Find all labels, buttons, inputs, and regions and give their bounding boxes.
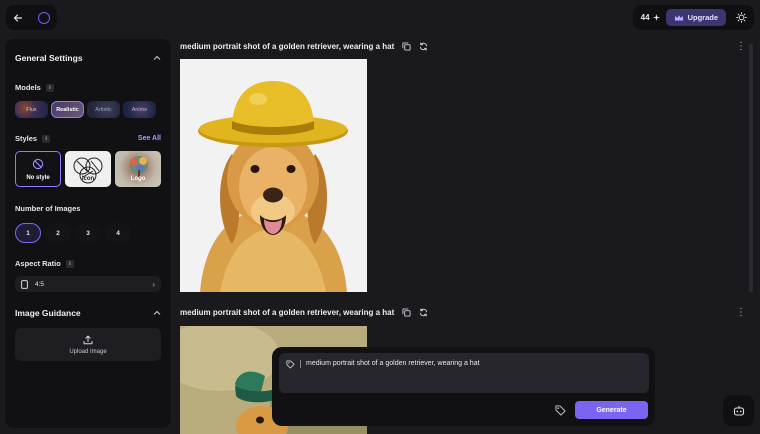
refresh-icon[interactable]: [419, 42, 428, 51]
num-images-selector: 1 2 3 4: [15, 223, 161, 243]
info-icon[interactable]: i: [45, 83, 54, 92]
aspect-ratio-icon: [21, 279, 28, 289]
style-label: Logo: [130, 176, 146, 182]
model-label: Artistic: [95, 106, 112, 113]
prompt-composer: medium portrait shot of a golden retriev…: [272, 347, 655, 426]
style-option-no-style[interactable]: No style: [15, 151, 62, 187]
count-label: 2: [56, 229, 60, 237]
app-logo-icon[interactable]: [38, 11, 50, 24]
chevron-right-icon: ›: [152, 279, 155, 289]
count-label: 1: [26, 229, 30, 237]
aspect-ratio-label: Aspect Ratio: [15, 259, 61, 268]
generate-button[interactable]: Generate: [575, 401, 648, 419]
style-option-logo[interactable]: Logo: [115, 151, 161, 187]
refresh-icon[interactable]: [419, 308, 428, 317]
info-icon[interactable]: i: [42, 134, 51, 143]
style-label: No style: [26, 174, 50, 181]
sparkle-icon: [652, 14, 660, 21]
num-images-option-3[interactable]: 3: [75, 223, 101, 243]
count-label: 4: [116, 229, 120, 237]
copy-icon[interactable]: [402, 308, 411, 317]
models-label: Models: [15, 83, 41, 92]
generate-label: Generate: [596, 406, 627, 414]
count-label: 3: [86, 229, 90, 237]
theme-toggle-button[interactable]: [732, 9, 750, 27]
settings-sidebar: General Settings Models i Flux Realistic…: [5, 39, 171, 428]
num-images-option-4[interactable]: 4: [105, 223, 131, 243]
model-option-realistic[interactable]: Realistic: [51, 101, 84, 118]
assistant-button[interactable]: [723, 395, 754, 426]
arrow-left-icon: [13, 13, 23, 22]
upgrade-button[interactable]: Upgrade: [665, 9, 726, 26]
upgrade-label: Upgrade: [687, 13, 718, 22]
chevron-up-icon[interactable]: [153, 55, 161, 61]
general-settings-title: General Settings: [15, 53, 83, 63]
prompt-tags-button[interactable]: [553, 403, 567, 417]
more-options-icon[interactable]: ⋮: [736, 42, 746, 52]
back-button[interactable]: [6, 5, 30, 30]
dog-with-hat-image: [180, 59, 367, 292]
more-options-icon[interactable]: ⋮: [736, 308, 746, 318]
result-prompt: medium portrait shot of a golden retriev…: [180, 308, 395, 317]
num-images-label: Number of Images: [15, 204, 81, 213]
models-label-row: Models i: [15, 83, 161, 92]
aspect-ratio-value: 4:5: [35, 280, 45, 288]
upload-icon: [83, 335, 93, 344]
copy-icon[interactable]: [402, 42, 411, 51]
credits-counter[interactable]: 44: [639, 13, 660, 22]
general-settings-header[interactable]: General Settings: [15, 53, 161, 63]
info-icon[interactable]: i: [65, 259, 74, 268]
text-cursor: [300, 360, 301, 368]
image-guidance-title: Image Guidance: [15, 308, 81, 318]
image-guidance-header[interactable]: Image Guidance: [15, 308, 161, 318]
robot-icon: [733, 406, 744, 416]
tag-plus-icon: [554, 404, 566, 416]
upload-label: Upload Image: [69, 348, 107, 355]
results-scrollbar[interactable]: [749, 44, 753, 292]
model-label: Flux: [26, 106, 37, 113]
nav-group: [6, 5, 57, 30]
credits-value: 44: [640, 13, 650, 22]
aspect-ratio-label-row: Aspect Ratio i: [15, 259, 161, 268]
upload-image-dropzone[interactable]: Upload Image: [15, 328, 161, 361]
result-header: medium portrait shot of a golden retriev…: [180, 42, 428, 51]
model-option-flux[interactable]: Flux: [15, 101, 48, 118]
model-selector: Flux Realistic Artistic Anime: [15, 101, 161, 118]
generated-image[interactable]: [180, 59, 367, 292]
prompt-input[interactable]: medium portrait shot of a golden retriev…: [279, 353, 649, 393]
style-selector: No style Icon Logo: [15, 151, 161, 187]
styles-label: Styles: [15, 134, 38, 143]
sun-icon: [735, 12, 747, 23]
style-option-icon[interactable]: Icon: [65, 151, 112, 187]
model-option-artistic[interactable]: Artistic: [87, 101, 120, 118]
result-prompt: medium portrait shot of a golden retriev…: [180, 42, 395, 51]
model-label: Realistic: [56, 106, 79, 113]
no-style-icon: [32, 158, 44, 169]
num-images-label-row: Number of Images: [15, 204, 161, 213]
aspect-ratio-select[interactable]: 4:5 ›: [15, 276, 161, 292]
account-group: 44 Upgrade: [632, 5, 754, 30]
styles-label-row: Styles i See All: [15, 134, 161, 143]
style-label: Icon: [81, 176, 95, 182]
num-images-option-1[interactable]: 1: [15, 223, 41, 243]
result-header: medium portrait shot of a golden retriev…: [180, 308, 428, 317]
model-label: Anime: [131, 106, 148, 113]
chevron-up-icon[interactable]: [153, 310, 161, 316]
see-all-link[interactable]: See All: [138, 135, 161, 142]
tag-icon[interactable]: [286, 360, 295, 369]
crown-icon: [674, 14, 683, 20]
model-option-anime[interactable]: Anime: [123, 101, 156, 118]
top-bar: 44 Upgrade: [0, 0, 760, 36]
prompt-text: medium portrait shot of a golden retriev…: [306, 360, 480, 367]
num-images-option-2[interactable]: 2: [45, 223, 71, 243]
